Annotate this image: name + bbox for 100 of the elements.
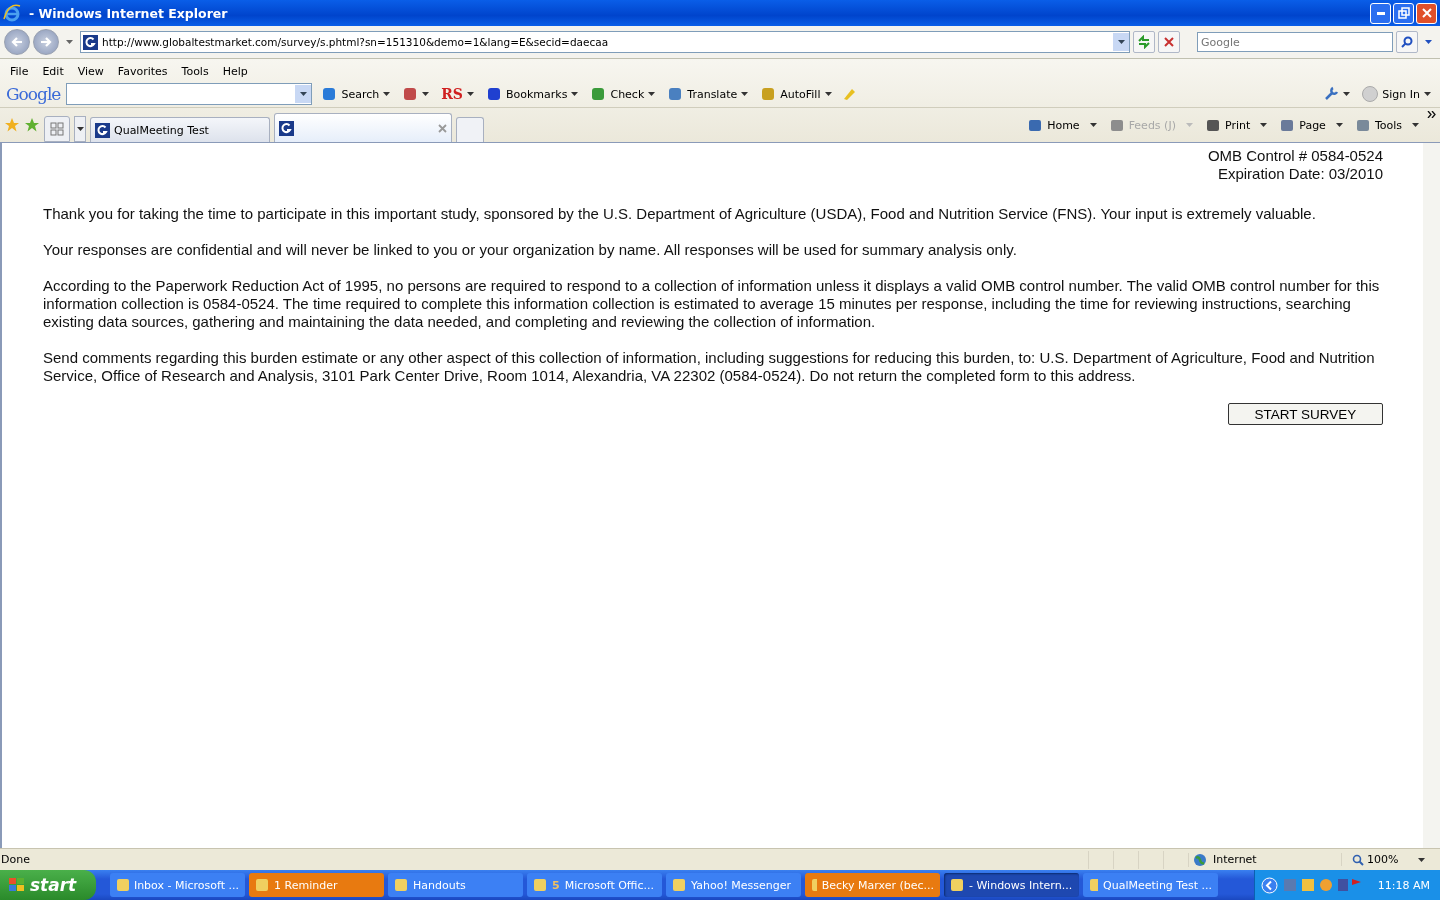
- expiration-date: Expiration Date: 03/2010: [1216, 165, 1383, 183]
- refresh-button[interactable]: [1133, 31, 1155, 53]
- paragraph: According to the Paperwork Reduction Act of 1995, no persons are required to respond to a collection of information unless it displays a valid OMB control number. The valid OMB control number for this information collection is 0584-0524. The time required to complete this information collection is estimated to average 15 minutes per response, including the time for reviewing instructions, searching existing data sources, gathering and maintaining the data needed, and completing and reviewing the collection of information.: [43, 277, 1381, 331]
- search-icon: [1401, 36, 1413, 48]
- taskbar-button[interactable]: 5 Microsoft Offic...: [527, 873, 662, 897]
- taskbar-label: Inbox - Microsoft ...: [133, 878, 239, 892]
- zoom-button[interactable]: 100%: [1341, 853, 1440, 866]
- toolbar-icon: [402, 86, 419, 102]
- search-field[interactable]: Google: [1197, 32, 1393, 52]
- close-icon: [1420, 7, 1433, 19]
- favorites-star-icon[interactable]: [4, 117, 20, 133]
- toolbar-button[interactable]: Search: [318, 86, 394, 102]
- command-icon: [1027, 117, 1044, 133]
- windows-logo-icon: [8, 877, 26, 893]
- google-logo: Google: [6, 84, 61, 104]
- restore-button[interactable]: [1393, 2, 1414, 24]
- caret-icon: [1089, 123, 1097, 127]
- caret-icon: [467, 92, 474, 96]
- show-hidden-icons-button[interactable]: [1260, 876, 1278, 894]
- security-zone: Internet: [1188, 852, 1341, 867]
- start-button[interactable]: start: [0, 870, 96, 900]
- start-survey-button[interactable]: START SURVEY: [1228, 403, 1383, 425]
- toolbar-icon: [760, 86, 777, 102]
- taskbar-button[interactable]: Yahoo! Messenger: [666, 873, 801, 897]
- taskbar-button[interactable]: - Windows Intern...: [944, 873, 1079, 897]
- caret-icon: [1425, 40, 1432, 44]
- paragraph: Your responses are confidential and will never be linked to you or your organization by name. All responses will be used for summary analysis only.: [43, 241, 1018, 259]
- refresh-icon: [1137, 35, 1151, 49]
- url-text: http://www.globaltestmarket.com/survey/s.phtml?sn=151310&demo=1&lang=E&secid=daecaa: [102, 36, 610, 48]
- paragraph: Send comments regarding this burden estimate or any other aspect of this collection of information, including suggestions for reducing this burden, to: U.S. Department of Agriculture, Food and Nutrition Service, Office of Research and Analysis, 3101 Park Center Drive, Room 1014, Alexandria, VA 22302 (0584-0524). Do not return the completed form to this address.: [43, 349, 1376, 385]
- caret-icon: [1412, 123, 1419, 127]
- caret-icon: [1260, 123, 1268, 127]
- toolbar-icon: [486, 86, 502, 102]
- rs-button[interactable]: RS: [438, 86, 477, 102]
- menu-item[interactable]: Edit: [35, 64, 71, 78]
- caret-icon: [1424, 92, 1431, 96]
- caret-icon: [648, 92, 656, 96]
- google-search-field[interactable]: [66, 83, 313, 105]
- window-count: 5: [552, 878, 560, 892]
- back-arrow-icon: [10, 35, 24, 49]
- site-icon: [95, 122, 110, 138]
- more-chevron-icon[interactable]: [1427, 111, 1436, 118]
- sign-in-button[interactable]: Sign In: [1359, 86, 1434, 102]
- app-icon: [255, 878, 269, 892]
- command-button[interactable]: Tools: [1350, 117, 1423, 133]
- address-field[interactable]: http://www.globaltestmarket.com/survey/s.phtml?sn=151310&demo=1&lang=E&secid=daecaa: [80, 31, 1130, 53]
- taskbar-label: Handouts: [413, 878, 466, 892]
- toolbar-button[interactable]: Translate: [664, 86, 752, 102]
- tab-list-button[interactable]: [74, 116, 86, 142]
- close-button[interactable]: [1416, 2, 1437, 24]
- app-icon: [394, 878, 408, 892]
- browser-tab[interactable]: QualMeeting Test: [90, 117, 270, 142]
- caret-icon: [76, 127, 84, 131]
- menu-item[interactable]: Favorites: [110, 64, 175, 78]
- caret-icon: [571, 92, 579, 96]
- app-icon: [116, 878, 129, 892]
- taskbar-label: 1 Reminder: [274, 878, 338, 892]
- browser-tab[interactable]: [274, 113, 452, 142]
- site-icon: [279, 120, 294, 136]
- menu-item[interactable]: Help: [215, 64, 255, 78]
- toolbar-button[interactable]: AutoFill: [757, 86, 835, 102]
- app-icon: [950, 878, 964, 892]
- toolbar-button[interactable]: Bookmarks: [483, 86, 582, 102]
- command-button[interactable]: Page: [1275, 117, 1347, 133]
- taskbar-label: QualMeeting Test ...: [1103, 878, 1212, 892]
- menu-item[interactable]: File: [3, 64, 36, 78]
- wrench-icon: [1323, 86, 1340, 102]
- caret-icon: [1418, 857, 1426, 862]
- site-icon: [83, 34, 98, 50]
- caret-icon: [824, 92, 832, 96]
- caret-icon: [1335, 123, 1343, 127]
- omb-control-number: OMB Control # 0584-0524: [1206, 147, 1383, 165]
- command-button[interactable]: Print: [1200, 117, 1272, 133]
- app-icon: [1089, 878, 1099, 892]
- caret-icon: [741, 92, 749, 96]
- taskbar-button[interactable]: Handouts: [388, 873, 523, 897]
- search-button[interactable]: [1396, 31, 1418, 53]
- minimize-icon: [1376, 11, 1385, 15]
- status-text: Done: [1, 853, 30, 866]
- caret-icon: [422, 92, 430, 96]
- stop-button[interactable]: [1158, 31, 1180, 53]
- command-icon: [1279, 117, 1296, 133]
- menu-item[interactable]: Tools: [174, 64, 216, 78]
- globe-icon: [1193, 852, 1207, 867]
- grid-icon: [50, 122, 64, 136]
- toolbar-button[interactable]: Check: [587, 86, 659, 102]
- taskbar-label: - Windows Intern...: [969, 878, 1073, 892]
- command-icon: [1108, 117, 1125, 133]
- command-button[interactable]: Home: [1023, 117, 1101, 133]
- forward-arrow-icon: [39, 35, 53, 49]
- taskbar-button[interactable]: QualMeeting Test ...: [1083, 873, 1218, 897]
- paragraph: Thank you for taking the time to participate in this important study, sponsored by the U.S. Department of Agriculture (USDA), Food and Nutrition Service (FNS). Your input is extremely valuable.: [43, 205, 1317, 223]
- app-icon: [811, 878, 817, 892]
- taskbar-label: Yahoo! Messenger: [691, 878, 791, 892]
- minimize-button[interactable]: [1370, 2, 1391, 24]
- close-tab-icon[interactable]: [438, 123, 447, 133]
- dropdown-button[interactable]: [1113, 33, 1129, 51]
- taskbar-button[interactable]: Inbox - Microsoft ...: [110, 873, 245, 897]
- menu-item[interactable]: View: [70, 64, 111, 78]
- toolbar-icon: [590, 86, 607, 102]
